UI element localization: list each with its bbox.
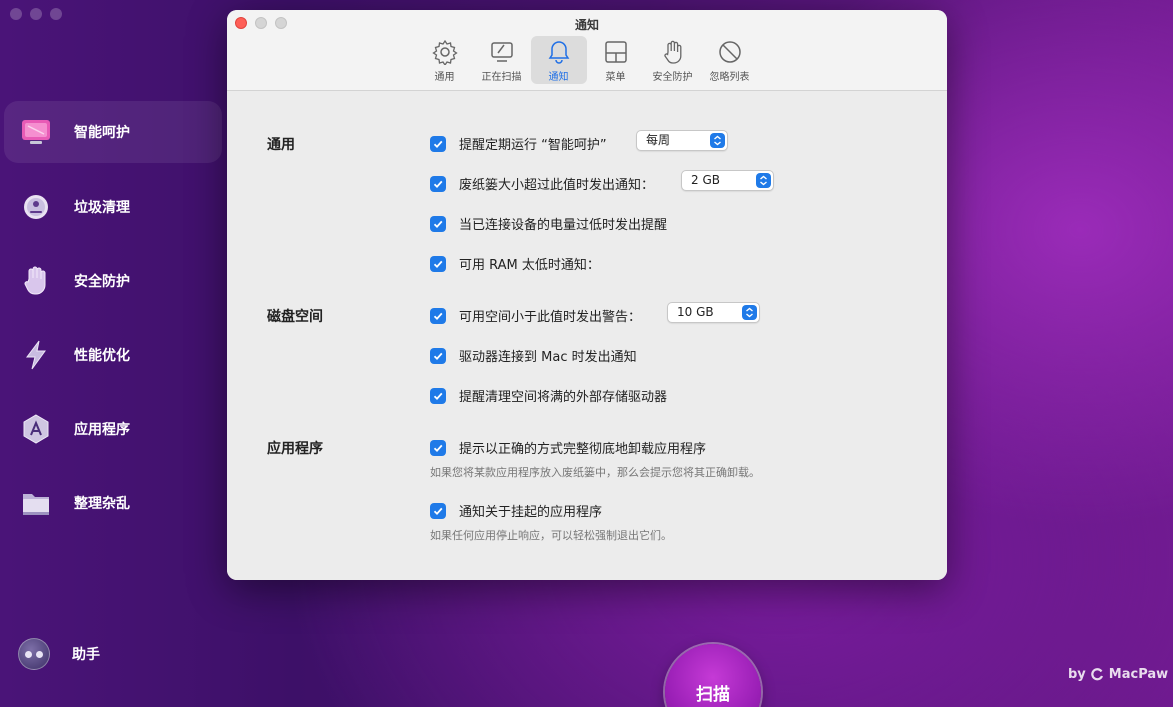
tab-label: 菜单 <box>605 72 626 83</box>
option-hung-apps: 通知关于挂起的应用程序 <box>430 501 602 520</box>
macpaw-logo-icon <box>1091 668 1103 681</box>
checkbox[interactable] <box>430 347 446 364</box>
sidebar-item-performance[interactable]: 性能优化 <box>4 324 222 386</box>
folder-icon <box>18 485 54 521</box>
option-label: 驱动器连接到 Mac 时发出通知 <box>459 350 637 365</box>
tab-scanning[interactable]: 正在扫描 <box>474 36 530 84</box>
preferences-content: 通用 提醒定期运行 “智能呵护” 每周 废纸篓大小超过此值时发出通知： 2 GB… <box>227 92 947 580</box>
sidebar-item-label: 性能优化 <box>74 348 130 364</box>
section-title-applications: 应用程序 <box>267 441 323 457</box>
free-space-select[interactable]: 10 GB <box>667 302 760 323</box>
tab-notifications[interactable]: 通知 <box>530 36 587 84</box>
option-drive-connected: 驱动器连接到 Mac 时发出通知 <box>430 346 637 365</box>
sidebar-item-label: 安全防护 <box>74 274 130 290</box>
preferences-window: 通知 通用 正在扫描 通知 菜单 安全防护 忽略列表 通用 提醒定期运行 “智能… <box>227 10 947 580</box>
section-title-general: 通用 <box>267 137 295 153</box>
option-free-space: 可用空间小于此值时发出警告： <box>430 306 641 325</box>
sidebar-item-protection[interactable]: 安全防护 <box>4 250 222 312</box>
checkbox[interactable] <box>430 387 446 404</box>
smart-care-icon <box>18 114 54 150</box>
option-trash-size: 废纸篓大小超过此值时发出通知： <box>430 174 654 193</box>
checkbox[interactable] <box>430 135 446 152</box>
select-value: 2 GB <box>691 173 720 187</box>
option-uninstall-correctly: 提示以正确的方式完整彻底地卸载应用程序 <box>430 438 706 457</box>
sidebar-item-label: 整理杂乱 <box>74 496 130 512</box>
applications-icon <box>18 411 54 447</box>
brand-name: MacPaw <box>1108 667 1169 682</box>
lightning-icon <box>18 337 54 373</box>
prohibited-icon <box>718 41 741 63</box>
option-low-ram: 可用 RAM 太低时通知： <box>430 254 600 273</box>
option-label: 提醒清理空间将满的外部存储驱动器 <box>459 390 668 405</box>
option-label: 提醒定期运行 “智能呵护” <box>459 138 607 153</box>
checkbox[interactable] <box>430 175 446 192</box>
option-label: 可用 RAM 太低时通知： <box>459 258 600 273</box>
sidebar-item-cleanup[interactable]: 垃圾清理 <box>4 176 222 238</box>
prefs-title: 通知 <box>574 18 599 32</box>
sidebar-item-label: 垃圾清理 <box>74 200 130 216</box>
chevron-updown-icon <box>710 133 725 148</box>
option-hint: 如果您将某款应用程序放入废纸篓中，那么会提示您将其正确卸载。 <box>430 466 760 479</box>
sidebar-item-label: 智能呵护 <box>74 125 130 141</box>
checkbox[interactable] <box>430 502 446 519</box>
assistant-label: 助手 <box>72 647 100 663</box>
checkbox[interactable] <box>430 255 446 272</box>
option-label: 提示以正确的方式完整彻底地卸载应用程序 <box>459 442 707 457</box>
section-title-disk: 磁盘空间 <box>267 309 323 325</box>
checkbox[interactable] <box>430 439 446 456</box>
tab-general[interactable]: 通用 <box>417 36 473 84</box>
scan-button[interactable]: 扫描 <box>665 644 761 707</box>
select-value: 10 GB <box>677 305 714 319</box>
checkbox[interactable] <box>430 307 446 324</box>
assistant-icon <box>18 638 50 670</box>
option-remind-smart-care: 提醒定期运行 “智能呵护” <box>430 134 607 153</box>
option-external-drive-full: 提醒清理空间将满的外部存储驱动器 <box>430 386 667 405</box>
preferences-toolbar: 通知 通用 正在扫描 通知 菜单 安全防护 忽略列表 <box>227 10 947 91</box>
prefs-tabs: 通用 正在扫描 通知 菜单 安全防护 忽略列表 <box>227 36 947 84</box>
tab-label: 忽略列表 <box>709 72 750 83</box>
option-low-battery: 当已连接设备的电量过低时发出提醒 <box>430 214 667 233</box>
brand-by: by <box>1068 667 1086 682</box>
chevron-updown-icon <box>742 305 757 320</box>
menu-window-icon <box>604 41 627 63</box>
checkbox[interactable] <box>430 215 446 232</box>
option-label: 通知关于挂起的应用程序 <box>459 505 603 520</box>
cleanup-icon <box>18 189 54 225</box>
sidebar-item-smart-care[interactable]: 智能呵护 <box>4 101 222 163</box>
tab-label: 安全防护 <box>652 72 693 83</box>
option-hint: 如果任何应用停止响应，可以轻松强制退出它们。 <box>430 529 672 542</box>
bell-icon <box>548 41 569 64</box>
option-label: 当已连接设备的电量过低时发出提醒 <box>459 218 668 233</box>
assistant-button[interactable]: 助手 <box>18 638 100 670</box>
select-value: 每周 <box>646 133 671 147</box>
scanning-monitor-icon <box>490 42 513 62</box>
tab-label: 正在扫描 <box>481 72 522 83</box>
sidebar-item-label: 应用程序 <box>74 422 130 438</box>
sidebar-item-applications[interactable]: 应用程序 <box>4 398 222 460</box>
tab-label: 通知 <box>548 72 569 83</box>
hand-icon <box>663 40 681 64</box>
option-label: 废纸篓大小超过此值时发出通知： <box>459 178 655 193</box>
sidebar-item-clutter[interactable]: 整理杂乱 <box>4 472 222 534</box>
tab-protection[interactable]: 安全防护 <box>645 36 701 84</box>
tab-label: 通用 <box>434 72 455 83</box>
hand-shield-icon <box>18 263 54 299</box>
trash-size-select[interactable]: 2 GB <box>681 170 774 191</box>
option-label: 可用空间小于此值时发出警告： <box>459 310 642 325</box>
sidebar: 智能呵护 垃圾清理 安全防护 性能优化 应用程序 整理杂乱 助手 <box>0 0 228 707</box>
tab-menu[interactable]: 菜单 <box>588 36 644 84</box>
frequency-select[interactable]: 每周 <box>636 130 728 151</box>
macpaw-brand: by MacPaw <box>1068 667 1168 682</box>
chevron-updown-icon <box>756 173 771 188</box>
gear-icon <box>431 39 458 65</box>
tab-ignore-list[interactable]: 忽略列表 <box>702 36 758 84</box>
